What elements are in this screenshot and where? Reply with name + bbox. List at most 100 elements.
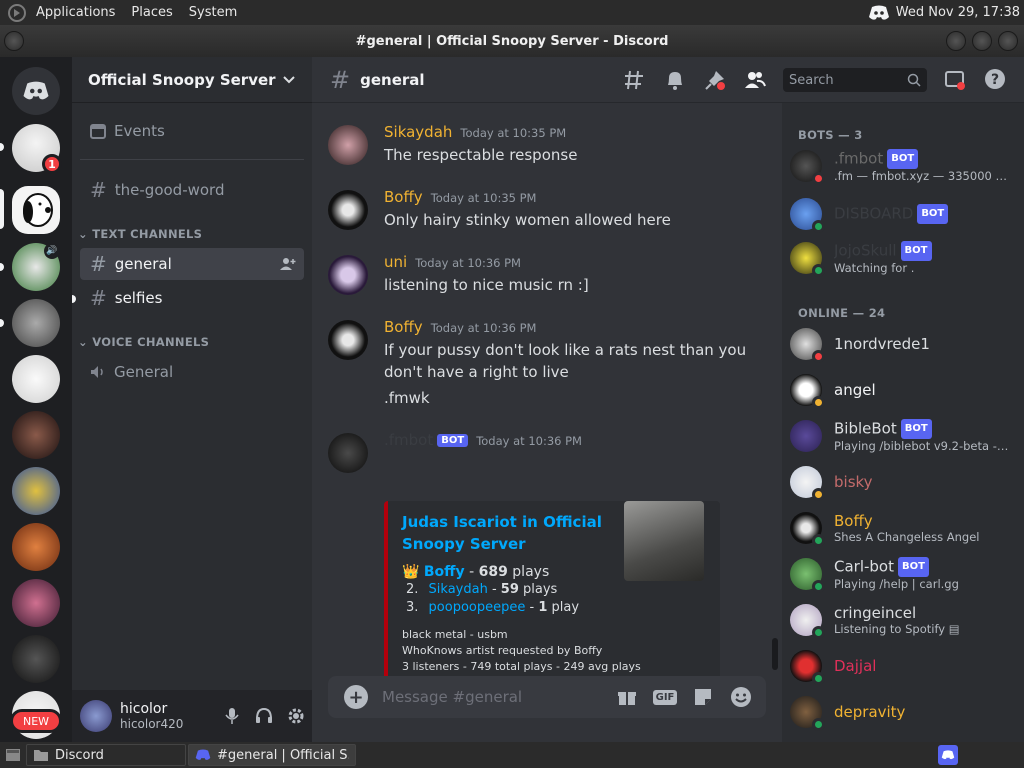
member-item[interactable]: Dajjal xyxy=(790,645,1018,687)
bell-icon[interactable] xyxy=(665,69,685,91)
author-name: .fmbot xyxy=(384,431,434,449)
online-status-icon xyxy=(812,580,825,593)
discord-tray-icon[interactable] xyxy=(868,5,890,21)
server-name: Official Snoopy Server xyxy=(88,70,276,89)
rank-count: 1 xyxy=(538,600,548,615)
menu-system[interactable]: System xyxy=(181,5,245,20)
member-item[interactable]: cringeincel Listening to Spotify ▤ xyxy=(790,599,1018,641)
avatar xyxy=(790,696,825,731)
help-icon[interactable]: ? xyxy=(984,68,1006,90)
server-icon-pink[interactable] xyxy=(12,579,60,627)
speaker-icon: 🔊 xyxy=(44,243,60,259)
member-item[interactable]: JojoSkull BOT Watching for . xyxy=(790,237,1018,279)
inbox-icon[interactable] xyxy=(944,69,966,91)
discord-workspace-icon[interactable] xyxy=(938,745,958,765)
message-author[interactable]: .fmbot BOT Today at 10:36 PM xyxy=(384,431,582,449)
voice-channel-general[interactable]: General xyxy=(80,356,304,388)
server-icon-dark[interactable] xyxy=(12,635,60,683)
minimize-button[interactable] xyxy=(946,31,966,51)
gear-icon[interactable] xyxy=(280,707,312,725)
member-name: Boffy xyxy=(834,512,873,530)
microphone-icon[interactable] xyxy=(216,707,248,725)
taskbar-item-discord[interactable]: Discord xyxy=(26,744,186,766)
embed-title[interactable]: Judas Iscariot in Official Snoopy Server xyxy=(402,511,602,555)
clock[interactable]: Wed Nov 29, 17:38 xyxy=(896,5,1020,20)
gif-button[interactable]: GIF xyxy=(646,689,684,705)
threads-icon[interactable] xyxy=(624,69,646,91)
menu-places[interactable]: Places xyxy=(123,5,180,20)
add-attachment-button[interactable]: + xyxy=(344,685,368,709)
avatar[interactable] xyxy=(328,320,368,360)
rank-name[interactable]: Boffy xyxy=(424,564,465,580)
window-menu-button[interactable] xyxy=(4,31,24,51)
pin-icon[interactable] xyxy=(704,69,726,91)
taskbar-item-general[interactable]: #general | Official S... xyxy=(188,744,356,766)
events-item[interactable]: Events xyxy=(80,115,304,147)
message-author[interactable]: Boffy Today at 10:36 PM xyxy=(384,318,536,336)
channel-sidebar: Official Snoopy Server Events # the-good… xyxy=(72,57,312,742)
scrollbar-thumb[interactable] xyxy=(772,638,778,670)
gift-icon[interactable] xyxy=(608,687,646,707)
voice-category[interactable]: ⌄ VOICE CHANNELS xyxy=(78,335,209,349)
emoji-icon[interactable] xyxy=(722,686,760,708)
member-list-icon[interactable] xyxy=(744,69,766,91)
online-status-icon xyxy=(812,264,825,277)
text-category[interactable]: ⌄ TEXT CHANNELS xyxy=(78,227,202,241)
message-author[interactable]: Boffy Today at 10:35 PM xyxy=(384,188,536,206)
rank-unit: play xyxy=(551,600,580,615)
close-button[interactable] xyxy=(998,31,1018,51)
server-icon-yellow[interactable] xyxy=(12,467,60,515)
search-box[interactable]: Search xyxy=(783,68,927,92)
message-input[interactable]: Message #general xyxy=(382,688,522,706)
maximize-button[interactable] xyxy=(972,31,992,51)
member-item[interactable]: 1nordvrede1 xyxy=(790,323,1018,365)
avatar[interactable] xyxy=(328,125,368,165)
embed-rank-row: 3. poopoopeepee - 1 play xyxy=(406,600,580,615)
headphones-icon[interactable] xyxy=(248,707,280,725)
avatar[interactable] xyxy=(328,190,368,230)
server-icon-anime[interactable] xyxy=(12,355,60,403)
window-titlebar[interactable]: #general | Official Snoopy Server - Disc… xyxy=(0,25,1024,57)
rank-name[interactable]: Sikaydah xyxy=(429,582,488,597)
member-item[interactable]: depravity xyxy=(790,691,1018,733)
message-author[interactable]: uni Today at 10:36 PM xyxy=(384,253,521,271)
channel-label: selfies xyxy=(114,289,163,307)
member-item[interactable]: angel xyxy=(790,369,1018,411)
server-icon-snoopy[interactable] xyxy=(12,186,60,234)
channel-selfies[interactable]: # selfies xyxy=(80,282,304,314)
author-name: Boffy xyxy=(384,318,423,336)
member-item[interactable]: Boffy Shes A Changeless Angel xyxy=(790,507,1018,549)
avatar xyxy=(790,650,825,685)
invite-icon[interactable] xyxy=(280,257,296,271)
channel-general[interactable]: # general xyxy=(80,248,304,280)
server-icon-orange[interactable] xyxy=(12,523,60,571)
rank-unit: plays xyxy=(523,582,558,597)
channel-the-good-word[interactable]: # the-good-word xyxy=(80,174,304,206)
show-desktop-icon[interactable] xyxy=(2,748,24,762)
avatar[interactable] xyxy=(328,433,368,473)
sticker-icon[interactable] xyxy=(684,687,722,707)
server-icon-grey[interactable] xyxy=(12,299,60,347)
server-header[interactable]: Official Snoopy Server xyxy=(72,57,312,103)
member-item[interactable]: DISBOARD BOT xyxy=(790,193,1018,235)
online-status-icon xyxy=(812,718,825,731)
discord-home-button[interactable] xyxy=(12,67,60,115)
member-item[interactable]: bisky xyxy=(790,461,1018,503)
hash-icon: # xyxy=(90,178,107,202)
member-item[interactable]: BibleBot BOT Playing /biblebot v9.2-beta -… xyxy=(790,415,1018,457)
server-icon-figure[interactable] xyxy=(12,411,60,459)
divider xyxy=(80,159,304,160)
rank-name[interactable]: poopoopeepee xyxy=(429,600,526,615)
member-item[interactable]: .fmbot BOT .fm — fmbot.xyz — 335000 se... xyxy=(790,145,1018,187)
member-item[interactable]: Carl-bot BOT Playing /help | carl.gg xyxy=(790,553,1018,595)
avatar[interactable] xyxy=(328,255,368,295)
timestamp: Today at 10:35 PM xyxy=(460,126,567,140)
member-status: Playing /help | carl.gg xyxy=(834,577,959,591)
embed-thumbnail[interactable] xyxy=(624,501,704,581)
avatar[interactable] xyxy=(80,700,112,732)
gnome-foot-icon[interactable] xyxy=(6,3,28,22)
menu-applications[interactable]: Applications xyxy=(28,5,123,20)
unread-pill xyxy=(0,143,4,151)
message-author[interactable]: Sikaydah Today at 10:35 PM xyxy=(384,123,566,141)
member-name: 1nordvrede1 xyxy=(834,335,930,353)
